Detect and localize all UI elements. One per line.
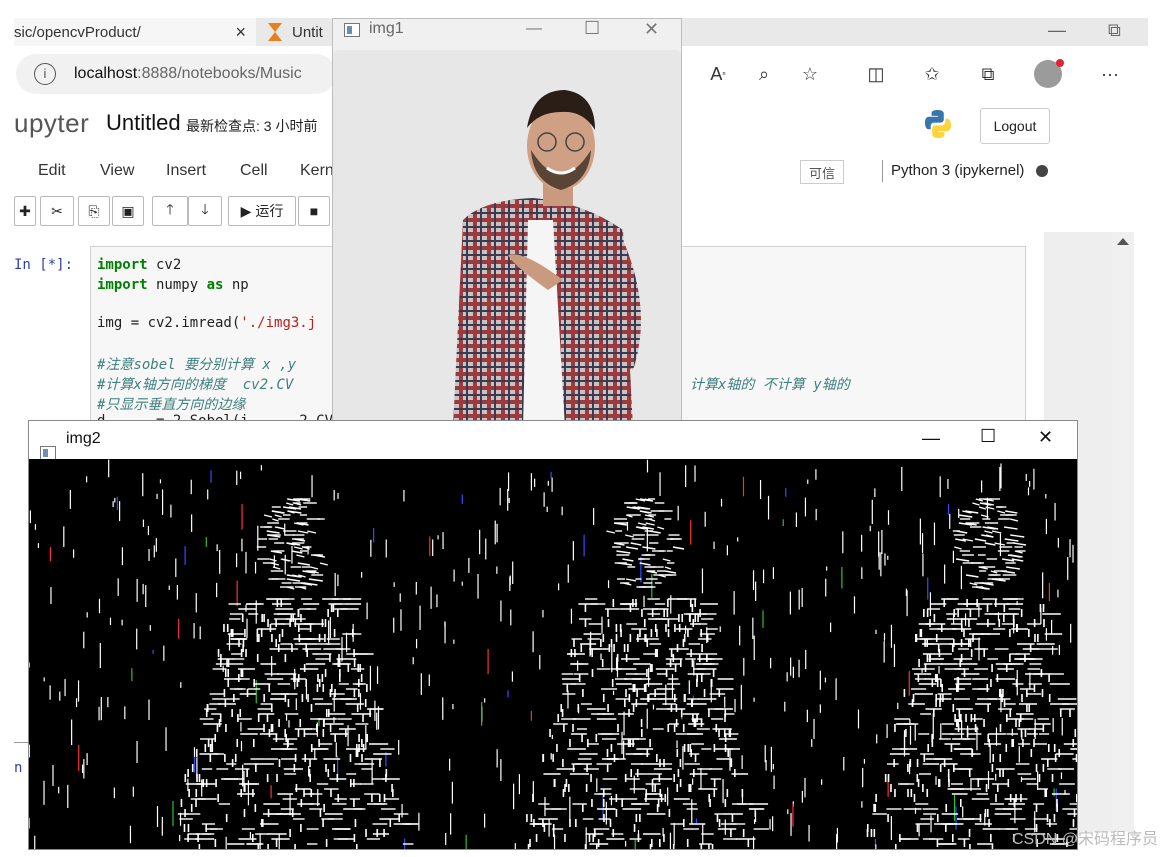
trusted-indicator[interactable]: 可信 — [800, 160, 844, 184]
tab-label: Untit — [292, 23, 323, 41]
logout-button[interactable]: Logout — [980, 108, 1050, 144]
tab-opencv-product[interactable]: sic/opencvProduct/ × — [14, 18, 256, 46]
img1-minimize-button[interactable]: — — [526, 20, 542, 38]
next-cell-prompt: n — [14, 760, 23, 776]
scroll-up-icon[interactable] — [1117, 238, 1129, 245]
kernel-name[interactable]: Python 3 (ipykernel) — [882, 160, 1024, 182]
read-aloud-icon[interactable]: Aⁿ — [706, 62, 730, 86]
stop-button[interactable]: ■ — [298, 196, 330, 226]
run-label: 运行 — [255, 203, 284, 219]
url-field[interactable]: i localhost:8888/notebooks/Music — [16, 54, 336, 94]
checkpoint-status: 最新检查点: 3 小时前 — [186, 118, 318, 134]
img2-maximize-button[interactable]: ☐ — [980, 426, 996, 447]
code-line-4: d = 2.Sobel(i 2.CV — [97, 413, 333, 420]
img1-photo — [333, 50, 681, 428]
add-favorite-icon[interactable]: ☆ — [798, 62, 822, 86]
menu-kernel[interactable]: Kern — [300, 162, 334, 180]
code-line-2: import numpy as np — [97, 277, 249, 293]
add-cell-button[interactable]: ✚ — [14, 196, 36, 226]
url-path: :8888/notebooks/Music — [137, 65, 302, 82]
window-app-icon — [344, 23, 360, 37]
notebook-title[interactable]: Untitled — [106, 110, 181, 136]
browser-minimize-button[interactable]: — — [1048, 20, 1066, 41]
kernel-busy-indicator — [1036, 165, 1048, 177]
img1-title: img1 — [369, 20, 404, 37]
browser-restore-button[interactable]: ⧉ — [1108, 20, 1121, 41]
code-comment-1: #注意sobel 要分别计算 x ,y — [97, 357, 297, 373]
img2-minimize-button[interactable]: — — [922, 428, 940, 449]
move-up-button[interactable]: 🡑 — [152, 196, 188, 226]
code-comment-3: #只显示垂直方向的边缘 — [97, 397, 246, 413]
python-logo-icon — [925, 110, 951, 138]
menu-insert[interactable]: Insert — [166, 162, 206, 180]
favorites-icon[interactable]: ✩ — [920, 62, 944, 86]
hourglass-icon — [268, 23, 282, 41]
tab-label: sic/opencvProduct/ — [14, 23, 141, 41]
code-line-1: import cv2 — [97, 257, 182, 273]
code-comment-2: #计算x轴方向的梯度 cv2.CV — [97, 377, 294, 393]
url-host: localhost — [74, 65, 138, 82]
sobel-edge-render — [29, 459, 1077, 849]
paste-button[interactable]: ▣ — [112, 196, 144, 226]
jupyter-logo[interactable]: upyter — [14, 108, 89, 139]
cut-button[interactable]: ✂ — [40, 196, 74, 226]
img2-edge-image — [29, 459, 1077, 849]
person-photo — [333, 50, 681, 428]
zoom-icon[interactable]: ⌕ — [752, 62, 776, 86]
window-app-icon — [40, 446, 56, 460]
cell-prompt: In [*]: — [14, 257, 74, 273]
code-comment-2-tail: 计算x轴的 不计算 y轴的 — [690, 377, 850, 393]
img2-close-button[interactable]: ✕ — [1038, 427, 1053, 448]
watermark: CSDN @宋码程序员 — [1011, 831, 1158, 848]
menu-cell[interactable]: Cell — [240, 162, 268, 180]
tab-close-icon[interactable]: × — [235, 22, 246, 43]
img1-maximize-button[interactable]: ☐ — [584, 18, 600, 39]
move-down-button[interactable]: 🡓 — [188, 196, 222, 226]
profile-icon[interactable] — [1034, 59, 1064, 88]
copy-button[interactable]: ⎘ — [78, 196, 110, 226]
img1-close-button[interactable]: ✕ — [644, 19, 659, 40]
more-icon[interactable]: ··· — [1098, 62, 1122, 86]
info-icon[interactable]: i — [34, 63, 56, 85]
img2-title: img2 — [66, 430, 101, 447]
scrollbar[interactable] — [1112, 232, 1134, 832]
menu-view[interactable]: View — [100, 162, 134, 180]
collections-icon[interactable]: ⧉ — [976, 62, 1000, 86]
run-button[interactable]: ▶ 运行 — [228, 196, 296, 226]
menu-edit[interactable]: Edit — [38, 162, 66, 180]
split-screen-icon[interactable]: ◫ — [864, 62, 888, 86]
code-line-3: img = cv2.imread('./img3.j — [97, 315, 317, 331]
play-icon: ▶ — [240, 202, 256, 219]
